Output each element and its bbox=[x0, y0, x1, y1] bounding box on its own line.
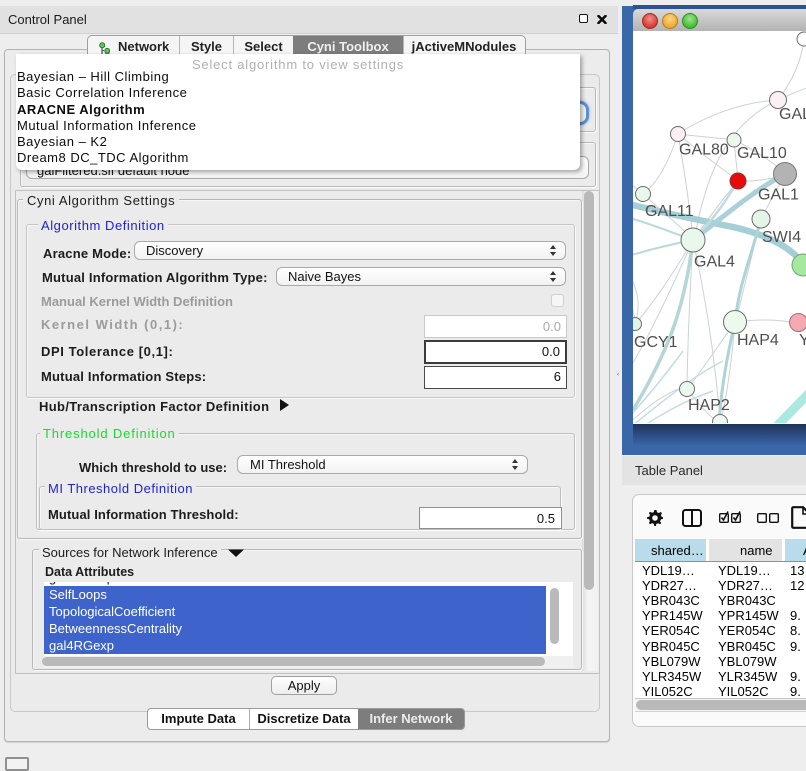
svg-text:HAP4: HAP4 bbox=[737, 332, 779, 349]
svg-text:GAL11: GAL11 bbox=[645, 203, 694, 220]
svg-text:GAL1: GAL1 bbox=[758, 187, 799, 204]
svg-text:GAL80: GAL80 bbox=[679, 142, 729, 159]
svg-text:SWI4: SWI4 bbox=[762, 229, 801, 246]
svg-text:GAL: GAL bbox=[779, 106, 806, 123]
svg-text:GAL4: GAL4 bbox=[694, 254, 735, 271]
svg-text:HAP2: HAP2 bbox=[688, 397, 730, 414]
svg-text:GCY1: GCY1 bbox=[634, 334, 678, 351]
svg-text:Y: Y bbox=[799, 332, 806, 349]
svg-text:GAL10: GAL10 bbox=[737, 145, 787, 162]
